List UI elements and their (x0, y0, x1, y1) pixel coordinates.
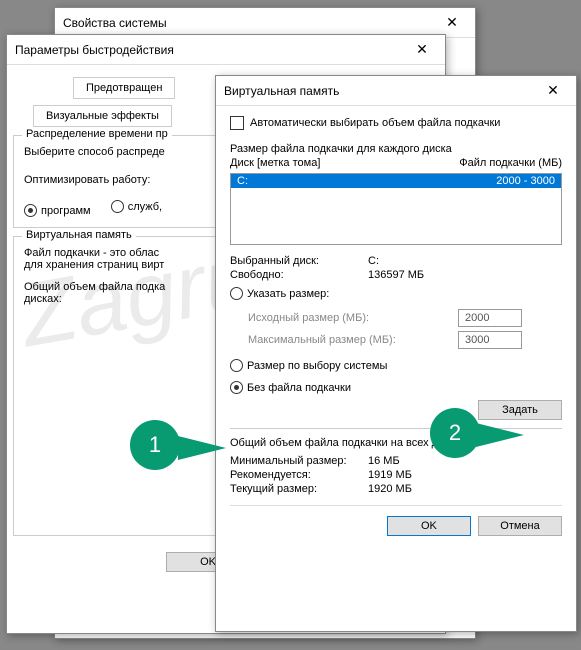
set-button[interactable]: Задать (478, 400, 562, 420)
window-title: Свойства системы (63, 16, 167, 30)
group-title: Виртуальная память (22, 229, 136, 241)
min-value: 16 МБ (368, 455, 400, 467)
radio-custom-size[interactable]: Указать размер: (230, 287, 329, 300)
radio-system-managed[interactable]: Размер по выбору системы (230, 359, 387, 372)
ok-button[interactable]: OK (387, 516, 471, 536)
button-row: OK Отмена (230, 505, 562, 544)
close-icon[interactable]: ✕ (407, 41, 437, 58)
callout-2: 2 (430, 408, 480, 458)
radio-icon (230, 381, 243, 394)
radio-programs[interactable]: программ (24, 204, 91, 217)
drive-list[interactable]: C: 2000 - 3000 (230, 173, 562, 245)
window-title: Параметры быстродействия (15, 43, 174, 57)
selected-drive-value: C: (368, 255, 379, 267)
radio-no-paging-file[interactable]: Без файла подкачки (230, 381, 351, 394)
free-space-label: Свободно: (230, 269, 360, 281)
callout-arrow (476, 423, 524, 447)
radio-services[interactable]: служб, (111, 200, 162, 213)
tab-prevention[interactable]: Предотвращен (73, 77, 175, 99)
max-size-label: Максимальный размер (МБ): (248, 334, 448, 346)
tab-visual-effects[interactable]: Визуальные эффекты (33, 105, 172, 127)
close-icon[interactable]: ✕ (538, 82, 568, 99)
free-space-value: 136597 МБ (368, 269, 424, 281)
titlebar: Виртуальная память ✕ (216, 76, 576, 106)
initial-size-label: Исходный размер (МБ): (248, 312, 448, 324)
checkbox-icon (230, 116, 244, 130)
titlebar: Параметры быстродействия ✕ (7, 35, 445, 65)
cancel-button[interactable]: Отмена (478, 516, 562, 536)
radio-icon (230, 359, 243, 372)
auto-manage-checkbox[interactable]: Автоматически выбирать объем файла подка… (230, 116, 500, 130)
max-size-input[interactable]: 3000 (458, 331, 522, 349)
drive-row-selected[interactable]: C: 2000 - 3000 (231, 174, 561, 188)
callout-1: 1 (130, 420, 180, 470)
radio-icon (230, 287, 243, 300)
size-header: Размер файла подкачки для каждого диска (230, 143, 562, 155)
cur-value: 1920 МБ (368, 483, 412, 495)
window-title: Виртуальная память (224, 84, 339, 98)
radio-icon (111, 200, 124, 213)
close-icon[interactable]: ✕ (437, 14, 467, 31)
radio-icon (24, 204, 37, 217)
rec-value: 1919 МБ (368, 469, 412, 481)
initial-size-input[interactable]: 2000 (458, 309, 522, 327)
list-header: Диск [метка тома] Файл подкачки (МБ) (230, 155, 562, 171)
selected-drive-label: Выбранный диск: (230, 255, 360, 267)
group-title: Распределение времени пр (22, 128, 172, 140)
virtual-memory-dialog: Виртуальная память ✕ Автоматически выбир… (215, 75, 577, 632)
callout-arrow (178, 436, 226, 460)
